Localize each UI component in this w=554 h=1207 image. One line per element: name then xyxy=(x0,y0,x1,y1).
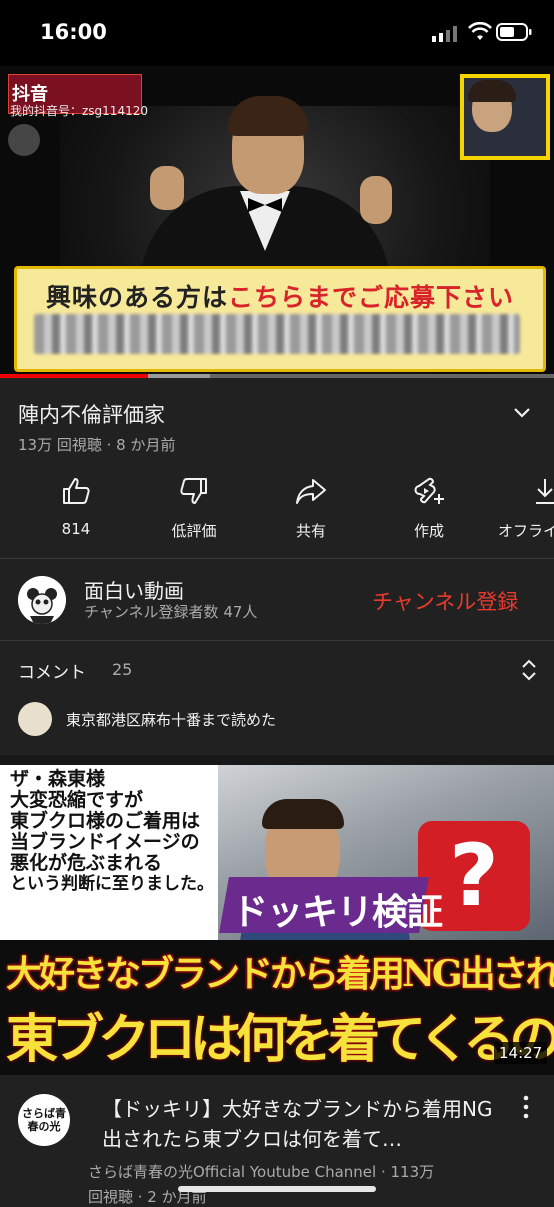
letter-line: 悪化が危ぶまれる xyxy=(10,852,163,874)
caption-prefix: 興味のある方は xyxy=(45,283,228,312)
create-icon xyxy=(414,477,444,504)
wifi-icon xyxy=(468,22,492,40)
thumb-down-icon xyxy=(180,478,207,504)
commenter-avatar xyxy=(18,702,52,736)
comment-preview[interactable]: 東京都港区麻布十番まで読めた xyxy=(66,709,276,730)
letter-line: 大変恐縮ですが xyxy=(10,789,144,811)
thumbnail-title-line1: 大好きなブランドから着用NG出されたら xyxy=(6,953,554,995)
dislike-label: 低評価 xyxy=(171,522,217,540)
player-overlay-button[interactable] xyxy=(8,124,40,156)
download-label: オフライ xyxy=(498,522,554,540)
comments-count: 25 xyxy=(112,660,133,679)
divider xyxy=(0,558,554,559)
next-video-meta: さらば青春の光Official Youtube Channel · 113万 xyxy=(88,1163,435,1181)
letter-line: という判断に至りました。 xyxy=(10,874,214,894)
thumbnail-person-hair xyxy=(262,799,344,829)
video-meta: 13万 回視聴 · 8 か月前 xyxy=(18,436,176,454)
performer-hand-left xyxy=(150,166,184,210)
cellular-signal-icon xyxy=(432,26,457,42)
like-count: 814 xyxy=(61,520,91,538)
thumbnail-title-line2: 東ブクロは何を着てくるのか? xyxy=(6,1009,554,1070)
channel-avatar[interactable] xyxy=(18,576,66,624)
download-button[interactable]: オフライ xyxy=(498,476,554,541)
next-channel-avatar[interactable]: さらば青春の光 xyxy=(18,1094,70,1146)
next-video-thumbnail[interactable]: ? ザ・森東様 大変恐縮ですが 東ブクロ様のご着用は 当ブランドイメージの 悪化… xyxy=(0,765,554,1075)
create-label: 作成 xyxy=(413,522,444,540)
video-player[interactable]: 抖音 我的抖音号：zsg114120 興味のある方はこちらまでご応募下さい xyxy=(0,66,554,376)
performer-hand-right xyxy=(360,176,392,224)
next-channel-avatar-text: さらば青春の光 xyxy=(22,1107,66,1133)
expand-collapse-icon[interactable] xyxy=(520,658,538,682)
create-button[interactable]: 作成 xyxy=(384,476,474,541)
section-separator xyxy=(0,755,554,765)
subscribe-button[interactable]: チャンネル登録 xyxy=(372,586,518,616)
video-title[interactable]: 陣内不倫評価家 xyxy=(18,399,165,429)
status-bar: 16:00 xyxy=(0,0,554,66)
letter-line: 東ブクロ様のご着用は xyxy=(10,810,201,832)
more-options-icon[interactable] xyxy=(522,1094,530,1120)
panda-avatar-icon xyxy=(18,576,66,624)
comments-label[interactable]: コメント xyxy=(18,658,86,683)
share-icon xyxy=(296,479,326,504)
dokkiri-badge-text: ドッキリ検証 xyxy=(232,892,443,933)
caption-highlight: こちらまでご応募下さい xyxy=(228,283,515,312)
home-indicator[interactable] xyxy=(178,1186,376,1192)
thumb-up-icon xyxy=(63,478,90,504)
clock: 16:00 xyxy=(40,20,107,44)
battery-icon xyxy=(496,23,532,41)
channel-name[interactable]: 面白い動画 xyxy=(84,575,184,604)
share-button[interactable]: 共有 xyxy=(266,476,356,541)
download-icon xyxy=(536,479,554,504)
letter-line: 当ブランドイメージの xyxy=(10,831,200,853)
divider xyxy=(0,640,554,641)
performer-hair xyxy=(228,96,308,136)
subscriber-count: チャンネル登録者数 47人 xyxy=(84,603,258,621)
thumbnail-letter-text: ザ・森東様 大変恐縮ですが 東ブクロ様のご着用は 当ブランドイメージの 悪化が危… xyxy=(10,769,214,895)
watermark-id: 我的抖音号：zsg114120 xyxy=(10,104,148,118)
caption-text: 興味のある方はこちらまでご応募下さい xyxy=(14,278,546,314)
share-label: 共有 xyxy=(295,522,326,540)
like-button[interactable]: 814 xyxy=(31,476,121,538)
progress-played xyxy=(0,374,148,378)
dislike-button[interactable]: 低評価 xyxy=(149,476,239,541)
next-video-title[interactable]: 【ドッキリ】大好きなブランドから着用NG出されたら東ブクロは何を着て… xyxy=(102,1094,502,1154)
duration-badge: 14:27 xyxy=(494,1042,548,1064)
chevron-down-icon[interactable] xyxy=(512,406,532,420)
blurred-address xyxy=(34,314,520,354)
inset-hair xyxy=(468,80,516,102)
letter-title: ザ・森東様 xyxy=(10,768,106,790)
